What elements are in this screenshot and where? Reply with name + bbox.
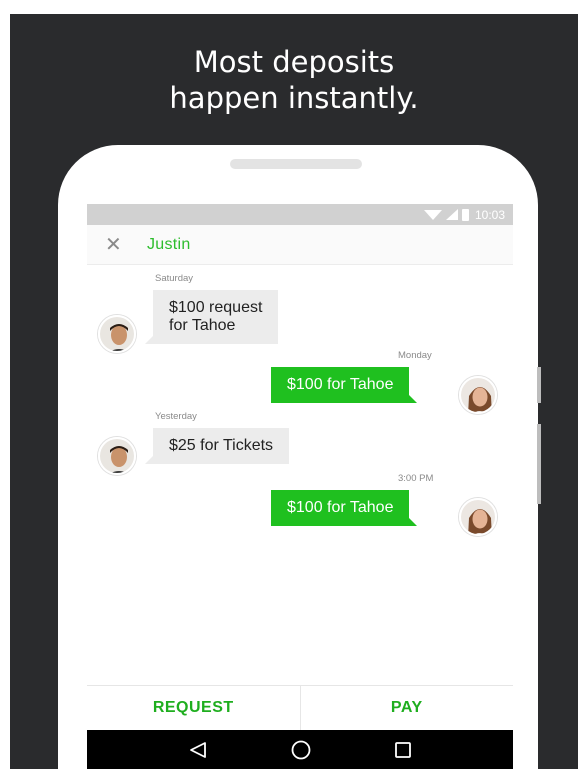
phone-screen: 10:03 ✕ Justin Saturday $100 request for… [87,204,513,769]
battery-icon [461,208,469,221]
male-avatar-icon [100,439,134,473]
action-bar: REQUEST PAY [87,685,513,730]
android-nav-bar [87,730,513,769]
user-avatar [459,498,497,536]
user-avatar [459,376,497,414]
outgoing-message-bubble: $100 for Tahoe [271,490,418,526]
status-icons [423,208,469,221]
contact-avatar [98,315,136,353]
message-text: $100 for Tahoe [287,376,394,393]
message-timestamp: Monday [398,350,432,361]
status-bar: 10:03 [87,204,513,225]
headline: Most deposits happen instantly. [10,44,578,116]
male-avatar-icon [100,317,134,351]
request-button[interactable]: REQUEST [87,686,300,730]
outgoing-message-bubble: $100 for Tahoe [271,367,418,403]
recents-square-icon[interactable] [394,741,412,759]
message-text: $25 for Tickets [169,437,274,454]
message-timestamp: 3:00 PM [398,473,434,484]
pay-button[interactable]: PAY [299,686,514,730]
phone-speaker [230,159,362,169]
message-thread[interactable]: Saturday $100 request for Tahoe Monday $… [87,265,513,685]
message-text-line: $100 request [169,299,263,316]
message-text: $100 for Tahoe [287,499,394,516]
signal-icon [445,209,458,220]
incoming-message-bubble: $25 for Tickets [144,428,290,464]
message-text-line: for Tahoe [169,317,236,334]
headline-line-1: Most deposits [193,45,395,79]
message-timestamp: Saturday [155,273,194,284]
female-avatar-icon [461,500,495,534]
phone-side-button-lower [537,424,541,504]
close-icon[interactable]: ✕ [105,235,129,255]
status-time: 10:03 [474,207,505,222]
back-triangle-icon[interactable] [188,741,208,759]
headline-line-2: happen instantly. [169,81,419,115]
wifi-icon [423,209,442,220]
app-bar: ✕ Justin [87,225,513,265]
message-timestamp: Yesterday [155,411,197,422]
home-circle-icon[interactable] [290,739,312,761]
female-avatar-icon [461,378,495,412]
contact-avatar [98,437,136,475]
phone-side-button-upper [537,367,541,403]
contact-name: Justin [147,235,191,253]
promo-background: Most deposits happen instantly. 10:03 ✕ … [10,14,578,769]
incoming-message-bubble: $100 request for Tahoe [144,290,279,344]
